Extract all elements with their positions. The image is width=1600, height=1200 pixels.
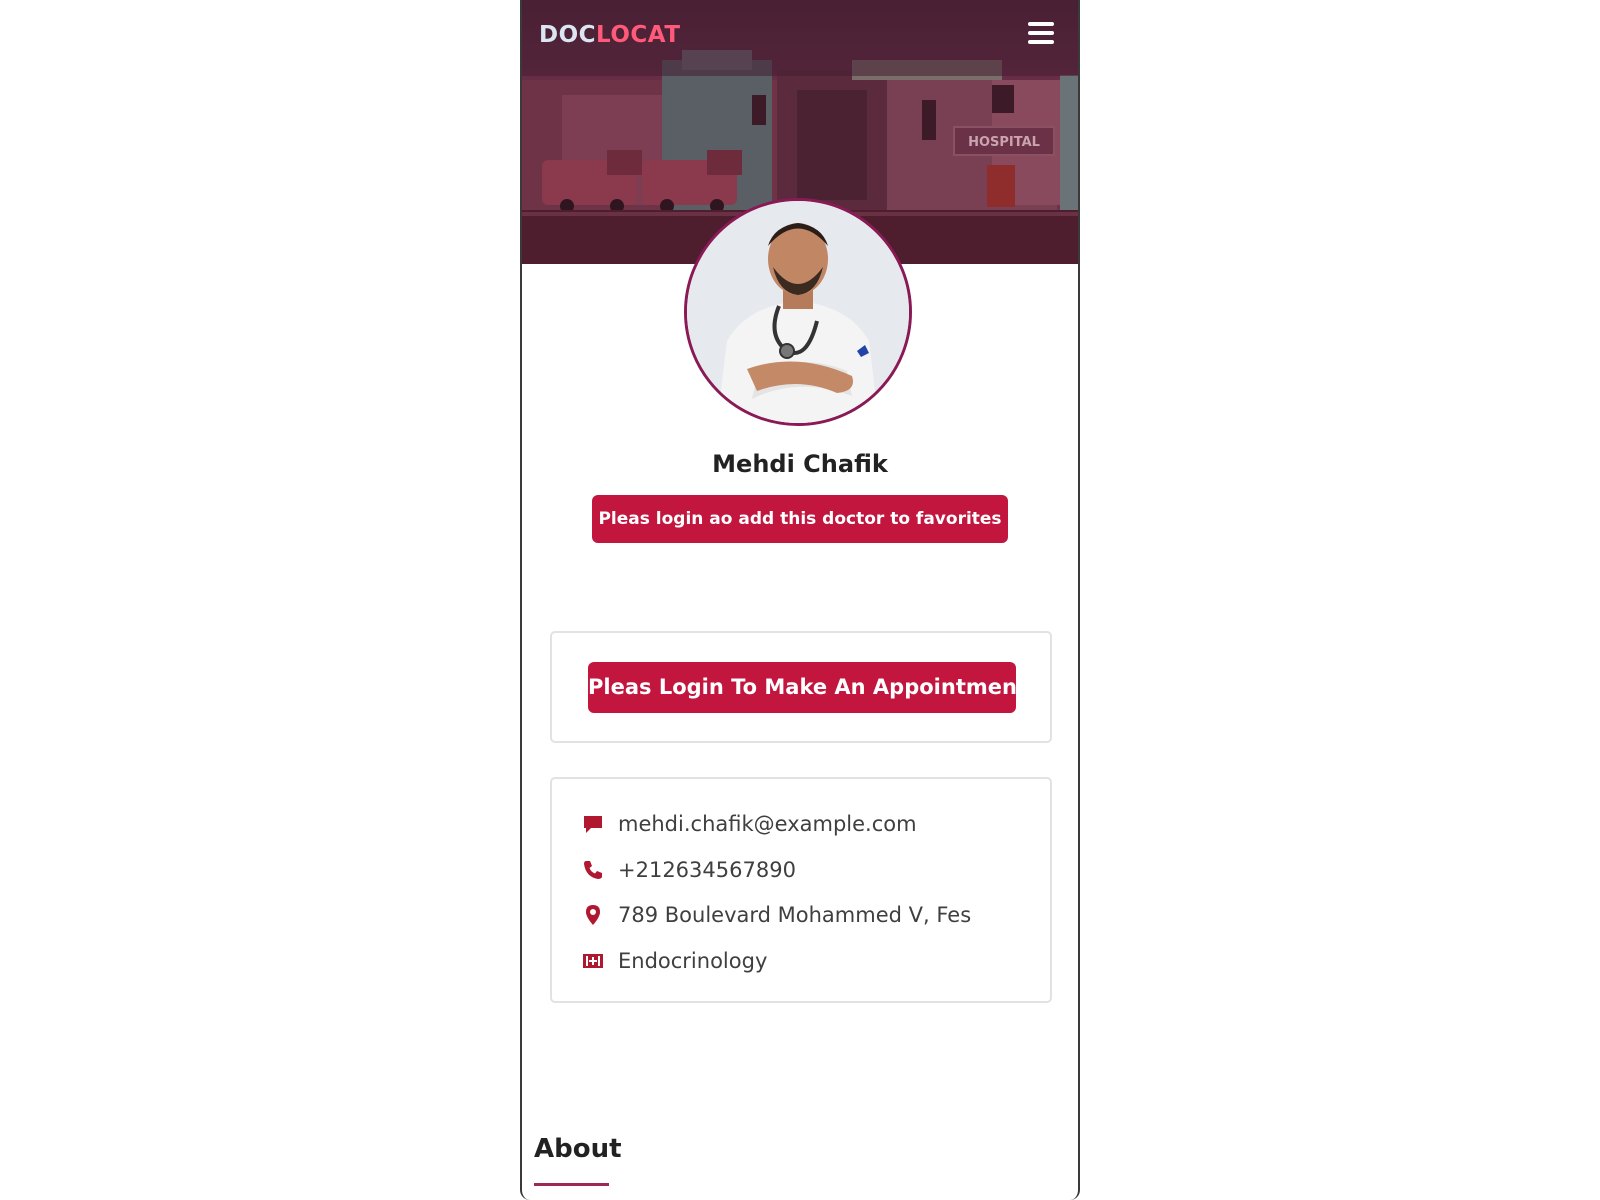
phone-row: +212634567890 (580, 856, 796, 884)
message-icon (580, 811, 606, 837)
hospital-sign-text: HOSPITAL (968, 135, 1040, 150)
phone-text[interactable]: +212634567890 (618, 858, 796, 882)
address-row: 789 Boulevard Mohammed V, Fes (580, 901, 971, 929)
app-screen: HOSPITAL DOCLOCAT Mehdi Chafik Pleas log… (520, 0, 1080, 1200)
brand-logo-part1: DOC (539, 22, 597, 48)
make-appointment-button[interactable]: Pleas Login To Make An Appointment (588, 662, 1027, 713)
about-section-title: About (534, 1134, 622, 1164)
about-title-underline (534, 1183, 609, 1186)
email-row: mehdi.chafik@example.com (580, 810, 917, 838)
hamburger-menu-icon[interactable] (1028, 22, 1054, 48)
add-to-favorites-button[interactable]: Pleas login ao add this doctor to favori… (592, 495, 1008, 543)
specialty-text: Endocrinology (618, 949, 768, 973)
brand-logo[interactable]: DOCLOCAT (539, 22, 681, 48)
location-pin-icon (580, 902, 606, 928)
contact-info-card: mehdi.chafik@example.com +212634567890 7… (550, 777, 1052, 1003)
brand-logo-part2: LOCAT (596, 22, 681, 48)
navbar: DOCLOCAT (522, 0, 1078, 76)
doctor-name: Mehdi Chafik (712, 450, 888, 478)
specialty-row: Endocrinology (580, 947, 767, 975)
appointment-card: Pleas Login To Make An Appointment (550, 631, 1052, 743)
doctor-avatar (684, 198, 912, 426)
email-text[interactable]: mehdi.chafik@example.com (618, 812, 917, 836)
address-text: 789 Boulevard Mohammed V, Fes (618, 903, 972, 927)
medical-kit-icon (580, 948, 606, 974)
phone-icon (580, 857, 606, 883)
